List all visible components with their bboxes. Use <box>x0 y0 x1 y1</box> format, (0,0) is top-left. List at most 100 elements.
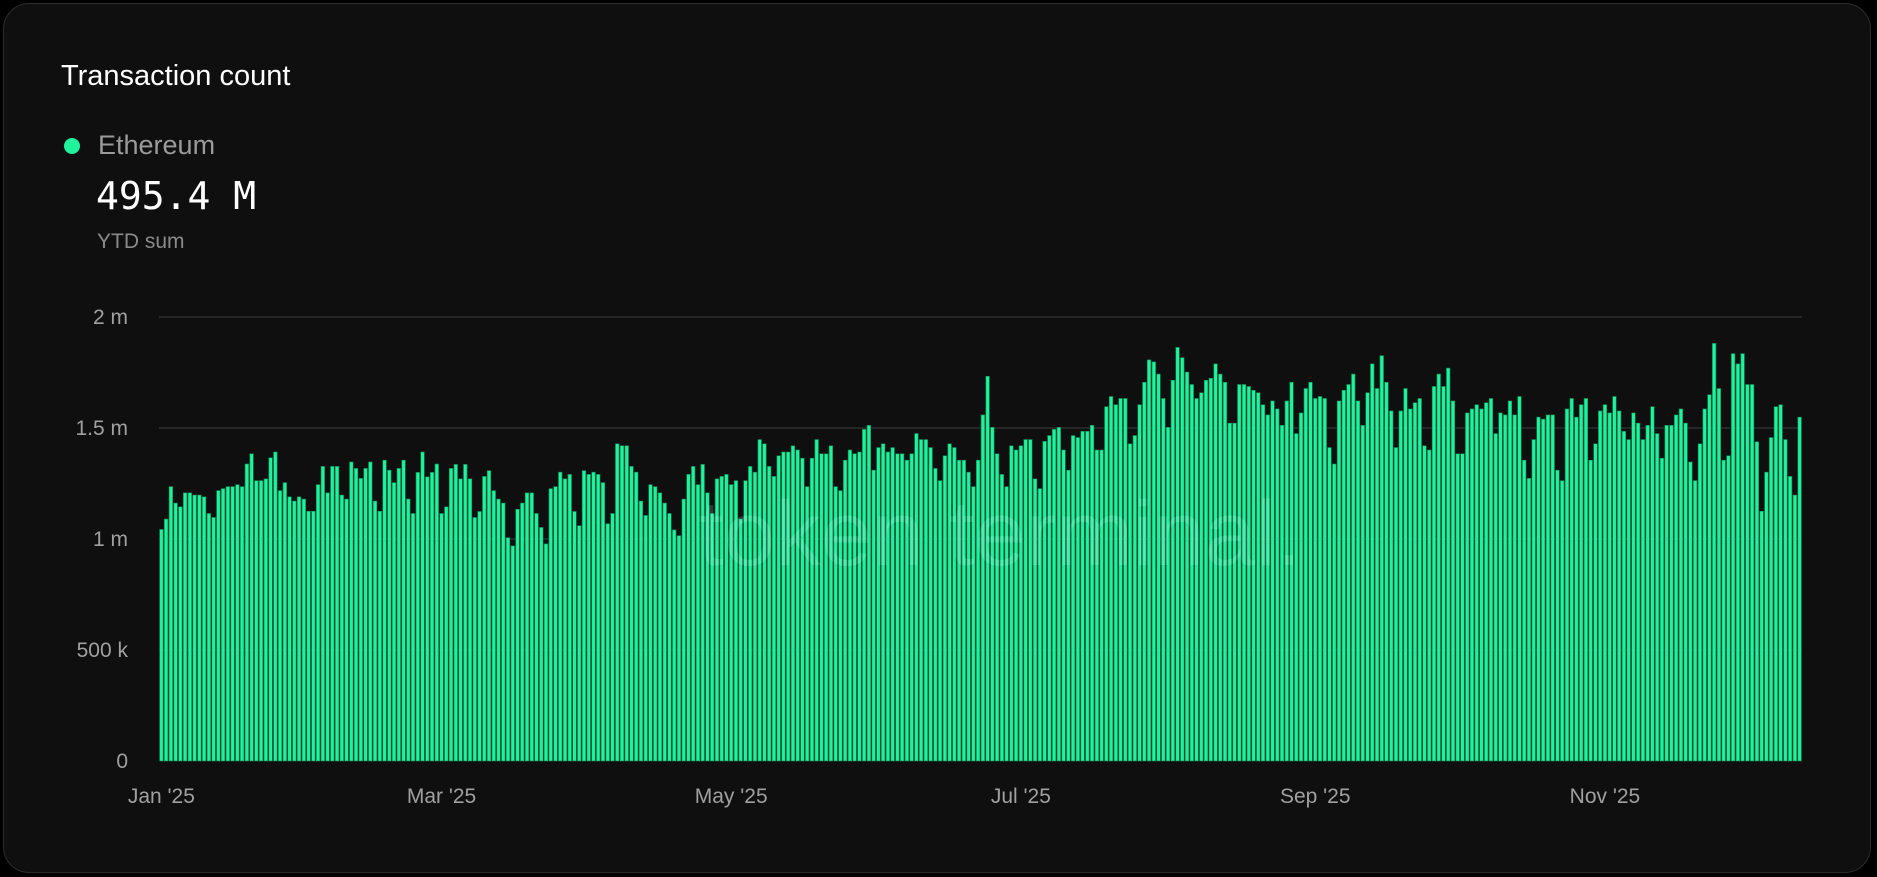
bar[interactable] <box>1607 412 1612 762</box>
bar[interactable] <box>667 513 672 762</box>
bar[interactable] <box>1636 422 1641 762</box>
bar[interactable] <box>420 451 425 762</box>
bar[interactable] <box>1360 425 1365 762</box>
bar[interactable] <box>1085 431 1090 762</box>
bar[interactable] <box>1327 447 1332 762</box>
bar[interactable] <box>1446 367 1451 762</box>
bar[interactable] <box>244 463 249 762</box>
bar[interactable] <box>1436 373 1441 762</box>
bar[interactable] <box>577 525 582 762</box>
bar[interactable] <box>1583 398 1589 762</box>
bar[interactable] <box>221 488 226 762</box>
bar[interactable] <box>448 468 454 762</box>
bar[interactable] <box>391 482 397 762</box>
bar[interactable] <box>1764 471 1769 762</box>
bar[interactable] <box>401 459 406 762</box>
bar[interactable] <box>268 457 273 762</box>
bar[interactable] <box>1693 480 1698 762</box>
bar[interactable] <box>463 464 468 762</box>
bar[interactable] <box>467 478 473 762</box>
bar[interactable] <box>1441 386 1446 762</box>
bar[interactable] <box>183 492 188 762</box>
bar[interactable] <box>1322 398 1327 762</box>
bar[interactable] <box>1370 363 1375 762</box>
bar[interactable] <box>534 513 539 762</box>
bar[interactable] <box>235 484 240 762</box>
bar[interactable] <box>581 470 587 762</box>
bar[interactable] <box>1664 425 1669 762</box>
bar[interactable] <box>990 427 995 762</box>
bar[interactable] <box>634 471 639 762</box>
bar[interactable] <box>1536 416 1541 762</box>
bar[interactable] <box>344 498 349 762</box>
bar[interactable] <box>1740 353 1745 762</box>
bar[interactable] <box>662 502 667 762</box>
bar[interactable] <box>396 468 401 762</box>
bar[interactable] <box>1303 388 1308 762</box>
bar[interactable] <box>1279 425 1285 762</box>
bar[interactable] <box>1498 412 1503 762</box>
bar[interactable] <box>1355 400 1361 762</box>
bar[interactable] <box>491 490 496 762</box>
bar[interactable] <box>643 515 648 762</box>
bar[interactable] <box>197 494 202 762</box>
bar[interactable] <box>173 502 178 762</box>
bar[interactable] <box>1769 437 1774 762</box>
bar[interactable] <box>1313 398 1318 762</box>
bar[interactable] <box>1731 353 1736 762</box>
bar[interactable] <box>1351 373 1356 762</box>
bar[interactable] <box>1493 433 1498 762</box>
bar[interactable] <box>382 459 387 762</box>
bar[interactable] <box>1341 389 1346 762</box>
bar[interactable] <box>1721 459 1726 762</box>
bar[interactable] <box>562 478 568 762</box>
bar[interactable] <box>434 463 439 762</box>
bar[interactable] <box>657 492 663 762</box>
bar[interactable] <box>282 482 287 762</box>
bar[interactable] <box>320 466 325 762</box>
bar[interactable] <box>330 466 335 762</box>
bar[interactable] <box>501 502 506 762</box>
bar[interactable] <box>1621 431 1627 762</box>
bar[interactable] <box>1598 410 1603 762</box>
bar[interactable] <box>567 474 572 762</box>
bar[interactable] <box>164 518 169 762</box>
bar[interactable] <box>230 486 235 762</box>
bar[interactable] <box>1655 433 1660 762</box>
bar[interactable] <box>1712 343 1717 762</box>
bar[interactable] <box>1417 398 1422 762</box>
bar[interactable] <box>591 471 596 762</box>
bar[interactable] <box>1422 445 1427 762</box>
bar[interactable] <box>292 500 297 762</box>
bar[interactable] <box>1336 400 1342 762</box>
bar[interactable] <box>278 490 283 762</box>
bar[interactable] <box>529 492 534 762</box>
bar[interactable] <box>1617 410 1622 762</box>
bar[interactable] <box>1526 478 1532 762</box>
bar[interactable] <box>686 474 691 762</box>
bar[interactable] <box>524 492 530 762</box>
bar[interactable] <box>505 537 511 762</box>
bar[interactable] <box>980 414 985 762</box>
bar[interactable] <box>1474 404 1479 762</box>
bar[interactable] <box>159 529 164 762</box>
bar[interactable] <box>1593 443 1598 762</box>
bar[interactable] <box>1773 406 1778 762</box>
bar[interactable] <box>1384 381 1389 762</box>
bar[interactable] <box>406 498 411 762</box>
bar[interactable] <box>1469 408 1475 762</box>
bar[interactable] <box>1678 408 1683 762</box>
bar[interactable] <box>1412 402 1418 762</box>
bar[interactable] <box>325 492 330 762</box>
bar[interactable] <box>1645 425 1650 762</box>
bar[interactable] <box>1052 429 1057 762</box>
bar[interactable] <box>1612 396 1617 762</box>
bar[interactable] <box>458 478 463 762</box>
bar[interactable] <box>496 498 501 762</box>
bar[interactable] <box>572 511 577 762</box>
bar[interactable] <box>263 478 268 762</box>
bar[interactable] <box>1550 414 1555 762</box>
bar[interactable] <box>1759 510 1764 762</box>
bar[interactable] <box>515 508 520 762</box>
bar[interactable] <box>1056 427 1061 762</box>
